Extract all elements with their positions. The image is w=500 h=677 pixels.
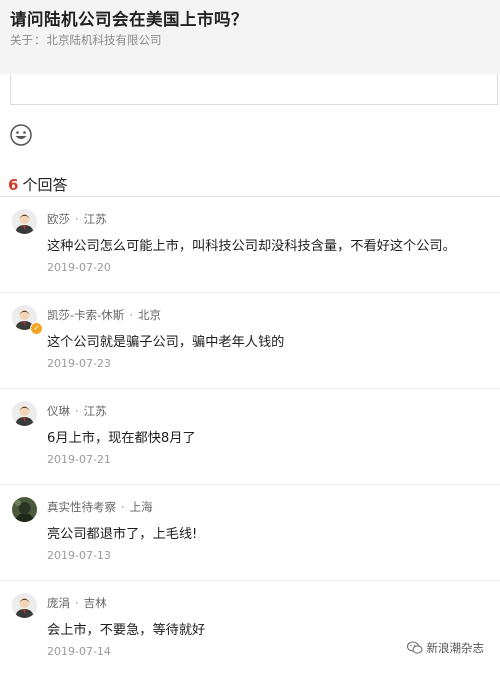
answer-input[interactable] (10, 74, 498, 105)
answer-item: 欧莎 · 江苏 这种公司怎么可能上市，叫科技公司却没科技含量，不看好这个公司。 20… (0, 197, 500, 293)
answer-author[interactable]: 凯莎-卡索-休斯 (47, 308, 124, 322)
verified-badge-icon: ✓ (30, 322, 43, 335)
answer-date: 2019-07-23 (47, 357, 111, 370)
watermark-text: 新浪潮杂志 (426, 641, 485, 655)
answer-date: 2019-07-20 (47, 261, 111, 274)
answer-item: 真实性待考察 · 上海 亮公司都退市了，上毛线! 2019-07-13 (0, 485, 500, 581)
answer-meta: 庞涓 · 吉林 (47, 595, 107, 611)
meta-separator: · (75, 404, 79, 418)
answer-location: 江苏 (83, 404, 107, 418)
meta-separator: · (121, 500, 125, 514)
wechat-icon (406, 641, 422, 654)
answer-author[interactable]: 欧莎 (47, 212, 70, 226)
about-company-link[interactable]: 北京陆机科技有限公司 (47, 33, 162, 47)
answer-location: 上海 (129, 500, 153, 514)
answer-author[interactable]: 庞涓 (47, 596, 70, 610)
answer-meta: 真实性待考察 · 上海 (47, 499, 153, 515)
answer-content: 亮公司都退市了，上毛线! (47, 527, 198, 542)
answer-author[interactable]: 仪琳 (47, 404, 70, 418)
answer-item: 庞涓 · 吉林 会上市，不要急，等待就好 2019-07-14 (0, 581, 500, 677)
answer-location: 吉林 (83, 596, 107, 610)
answer-item: 仪琳 · 江苏 6月上市，现在都快8月了 2019-07-21 (0, 389, 500, 485)
watermark: 新浪潮杂志 (406, 640, 485, 656)
default-avatar-icon[interactable] (12, 593, 37, 618)
default-avatar-icon[interactable] (12, 401, 37, 426)
meta-separator: · (129, 308, 133, 322)
about-colon: ： (34, 33, 46, 47)
answer-meta: 欧莎 · 江苏 (47, 211, 107, 227)
answer-item: ✓ 凯莎-卡索-休斯 · 北京 这个公司就是骗子公司，骗中老年人钱的 2019-07… (0, 293, 500, 389)
meta-separator: · (75, 596, 79, 610)
answer-date: 2019-07-14 (47, 645, 111, 658)
answer-meta: 仪琳 · 江苏 (47, 403, 107, 419)
question-about: 关于：北京陆机科技有限公司 (10, 32, 162, 48)
answer-count-number: 6 (8, 176, 19, 194)
answer-date: 2019-07-13 (47, 549, 111, 562)
answer-count: 6 个回答 (8, 174, 67, 195)
question-title: 请问陆机公司会在美国上市吗？ (10, 10, 248, 29)
answer-date: 2019-07-21 (47, 453, 111, 466)
emoji-icon[interactable] (10, 124, 32, 146)
answer-content: 这种公司怎么可能上市，叫科技公司却没科技含量，不看好这个公司。 (47, 239, 456, 254)
answer-count-label: 个回答 (22, 176, 68, 194)
answer-content: 会上市，不要急，等待就好 (47, 623, 206, 638)
default-avatar-icon[interactable] (12, 209, 37, 234)
meta-separator: · (75, 212, 79, 226)
answer-author[interactable]: 真实性待考察 (47, 500, 116, 514)
question-header: 请问陆机公司会在美国上市吗？ 关于：北京陆机科技有限公司 (0, 0, 500, 74)
answer-meta: 凯莎-卡索-休斯 · 北京 (47, 307, 161, 323)
photo-avatar-icon[interactable] (12, 497, 37, 522)
answer-content: 6月上市，现在都快8月了 (47, 431, 196, 446)
about-prefix: 关于 (10, 33, 33, 47)
answer-location: 北京 (137, 308, 161, 322)
answer-content: 这个公司就是骗子公司，骗中老年人钱的 (47, 335, 285, 350)
answer-location: 江苏 (83, 212, 107, 226)
